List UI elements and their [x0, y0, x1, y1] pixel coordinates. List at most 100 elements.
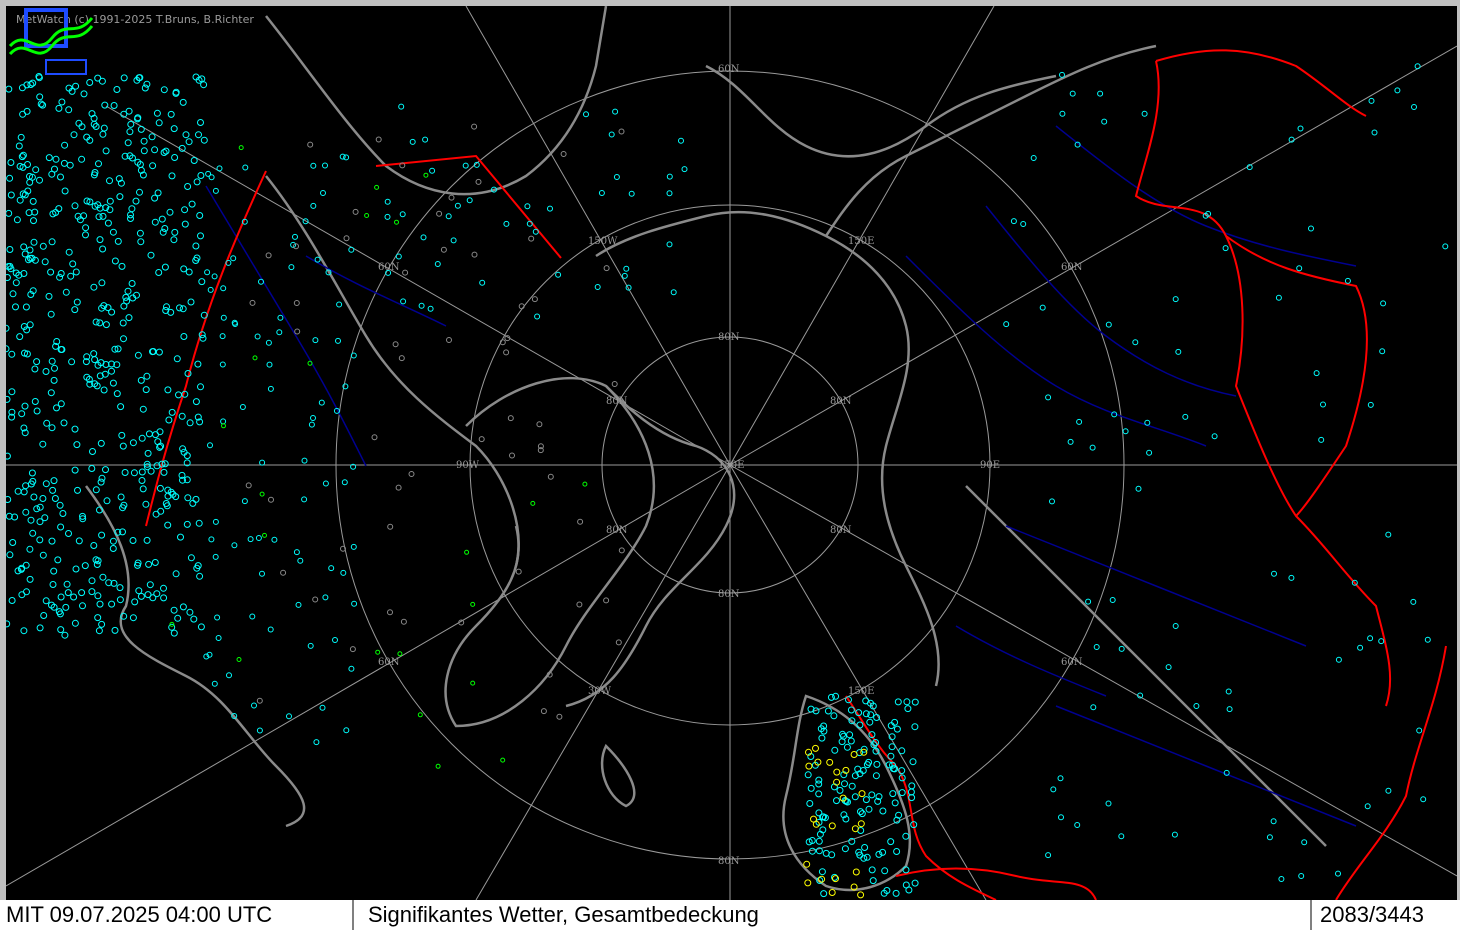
- station-marker[interactable]: [547, 205, 553, 212]
- station-marker[interactable]: [39, 440, 47, 448]
- station-marker[interactable]: [858, 790, 866, 798]
- station-marker[interactable]: [577, 518, 584, 525]
- station-marker[interactable]: [117, 493, 125, 501]
- station-marker[interactable]: [17, 133, 25, 141]
- station-marker[interactable]: [268, 496, 274, 503]
- station-marker[interactable]: [20, 488, 28, 496]
- station-marker[interactable]: [830, 712, 838, 720]
- station-marker[interactable]: [288, 264, 295, 271]
- station-marker[interactable]: [70, 593, 78, 601]
- station-marker[interactable]: [122, 293, 130, 301]
- station-marker[interactable]: [1135, 485, 1142, 492]
- station-marker[interactable]: [147, 251, 155, 259]
- station-marker[interactable]: [392, 341, 399, 348]
- station-marker[interactable]: [856, 721, 864, 729]
- station-marker[interactable]: [156, 428, 164, 436]
- station-marker[interactable]: [42, 597, 50, 605]
- station-marker[interactable]: [179, 445, 187, 453]
- station-marker[interactable]: [1270, 818, 1277, 825]
- station-marker[interactable]: [1059, 110, 1066, 117]
- station-marker[interactable]: [165, 416, 173, 424]
- station-marker[interactable]: [375, 649, 381, 655]
- station-marker[interactable]: [262, 532, 267, 538]
- station-marker[interactable]: [166, 208, 174, 216]
- station-marker[interactable]: [470, 601, 476, 607]
- station-marker[interactable]: [56, 501, 64, 509]
- station-marker[interactable]: [61, 141, 69, 149]
- station-marker[interactable]: [398, 103, 405, 110]
- station-marker[interactable]: [195, 131, 202, 139]
- station-marker[interactable]: [245, 482, 252, 489]
- station-marker[interactable]: [429, 167, 436, 174]
- station-marker[interactable]: [116, 584, 124, 592]
- station-marker[interactable]: [179, 603, 187, 611]
- station-marker[interactable]: [25, 256, 32, 264]
- station-marker[interactable]: [109, 228, 117, 236]
- station-marker[interactable]: [397, 651, 403, 657]
- station-marker[interactable]: [221, 423, 226, 429]
- station-marker[interactable]: [903, 698, 911, 706]
- station-marker[interactable]: [339, 153, 346, 160]
- station-marker[interactable]: [1030, 155, 1037, 161]
- station-marker[interactable]: [503, 349, 510, 356]
- station-marker[interactable]: [1171, 831, 1178, 838]
- station-marker[interactable]: [97, 439, 105, 447]
- station-marker[interactable]: [889, 790, 897, 798]
- station-marker[interactable]: [160, 86, 168, 94]
- station-marker[interactable]: [371, 434, 378, 441]
- station-marker[interactable]: [50, 376, 58, 384]
- station-marker[interactable]: [861, 844, 869, 851]
- station-marker[interactable]: [666, 241, 673, 248]
- station-marker[interactable]: [475, 178, 482, 185]
- station-marker[interactable]: [1308, 225, 1314, 232]
- station-marker[interactable]: [170, 236, 178, 244]
- station-marker[interactable]: [1118, 833, 1125, 840]
- station-marker[interactable]: [387, 523, 394, 530]
- station-marker[interactable]: [56, 273, 64, 281]
- station-marker[interactable]: [132, 197, 140, 205]
- station-marker[interactable]: [6, 551, 14, 559]
- station-marker[interactable]: [98, 531, 106, 539]
- station-marker[interactable]: [868, 791, 876, 799]
- station-marker[interactable]: [831, 746, 839, 754]
- station-marker[interactable]: [144, 449, 152, 457]
- station-marker[interactable]: [49, 486, 57, 494]
- station-marker[interactable]: [24, 161, 31, 168]
- station-marker[interactable]: [205, 170, 212, 177]
- station-marker[interactable]: [348, 665, 355, 672]
- station-marker[interactable]: [23, 588, 30, 596]
- station-marker[interactable]: [231, 542, 238, 549]
- station-marker[interactable]: [1067, 438, 1074, 445]
- station-marker[interactable]: [16, 196, 24, 204]
- station-marker[interactable]: [90, 283, 98, 291]
- station-marker[interactable]: [65, 530, 72, 537]
- station-marker[interactable]: [1380, 300, 1387, 307]
- station-marker[interactable]: [110, 102, 118, 109]
- station-marker[interactable]: [349, 646, 356, 653]
- station-marker[interactable]: [887, 838, 895, 846]
- station-marker[interactable]: [170, 125, 178, 133]
- station-marker[interactable]: [53, 404, 60, 412]
- station-marker[interactable]: [336, 301, 343, 308]
- station-marker[interactable]: [73, 298, 81, 306]
- station-marker[interactable]: [1297, 125, 1304, 132]
- station-marker[interactable]: [21, 250, 29, 258]
- station-marker[interactable]: [47, 268, 55, 276]
- station-marker[interactable]: [147, 467, 155, 475]
- station-marker[interactable]: [194, 360, 202, 368]
- station-marker[interactable]: [402, 269, 409, 276]
- station-marker[interactable]: [6, 395, 11, 403]
- station-marker[interactable]: [189, 499, 197, 507]
- station-marker[interactable]: [343, 235, 350, 242]
- station-marker[interactable]: [138, 477, 146, 484]
- station-marker[interactable]: [398, 355, 405, 362]
- station-marker[interactable]: [911, 879, 919, 887]
- station-marker[interactable]: [254, 333, 261, 340]
- station-marker[interactable]: [815, 780, 823, 788]
- station-marker[interactable]: [236, 657, 242, 662]
- station-marker[interactable]: [180, 265, 188, 273]
- station-marker[interactable]: [515, 568, 522, 575]
- station-marker[interactable]: [420, 234, 427, 241]
- station-marker[interactable]: [215, 635, 222, 641]
- station-marker[interactable]: [1318, 436, 1325, 443]
